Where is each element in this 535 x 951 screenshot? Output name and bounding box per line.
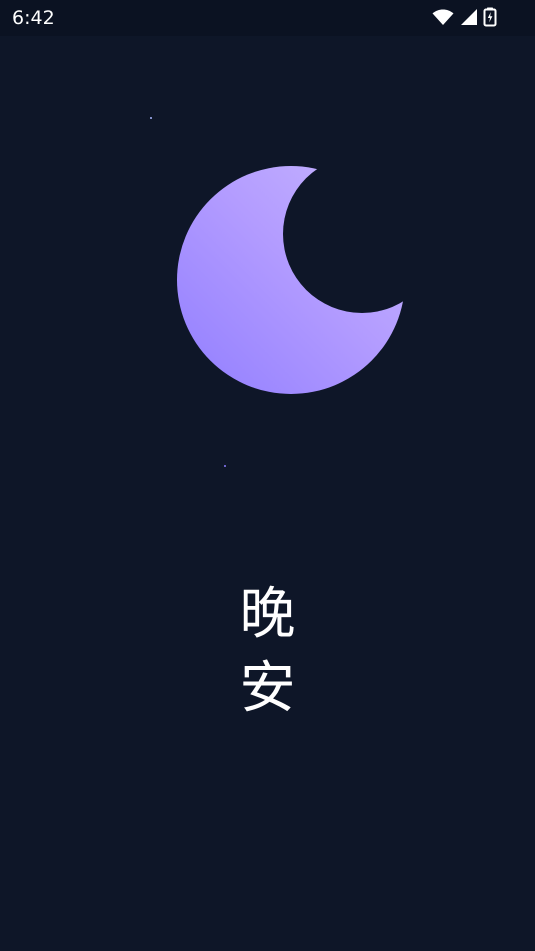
star-dot [150, 117, 152, 119]
cellular-signal-icon [459, 7, 479, 27]
battery-charging-icon [483, 7, 497, 27]
moon-icon [170, 160, 410, 400]
sleep-screen: 6:42 晚 安 [0, 0, 535, 951]
wifi-icon [431, 7, 455, 27]
status-bar: 6:42 [0, 0, 535, 36]
status-time: 6:42 [12, 7, 55, 29]
greeting-line-1: 晚 [239, 582, 296, 647]
greeting-line-2: 安 [239, 656, 296, 721]
star-dot [224, 465, 226, 467]
greeting-text: 晚 安 [0, 578, 535, 726]
status-icons [431, 7, 497, 27]
